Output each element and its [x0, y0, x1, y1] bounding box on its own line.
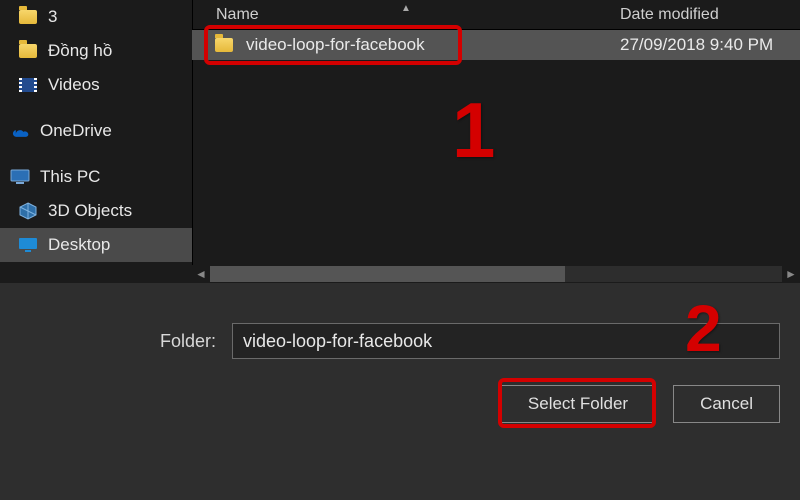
- scroll-thumb[interactable]: [210, 266, 565, 282]
- file-name: video-loop-for-facebook: [246, 35, 425, 55]
- desktop-icon: [18, 235, 38, 255]
- video-icon: [18, 75, 38, 95]
- scroll-track[interactable]: [210, 266, 782, 282]
- column-header-label: Date modified: [620, 6, 719, 23]
- tree-item-videos[interactable]: Videos: [0, 68, 192, 102]
- horizontal-scrollbar[interactable]: ◄ ►: [192, 265, 800, 283]
- folder-picker-dialog: 3 Đồng hồ Videos OneDrive: [0, 0, 800, 500]
- file-pane: ▲ Name Date modified video-loop-for-face…: [192, 0, 800, 283]
- column-header-name[interactable]: ▲ Name: [192, 6, 620, 24]
- dialog-footer: Folder: Select Folder Cancel: [0, 283, 800, 500]
- tree-item-this-pc[interactable]: This PC: [0, 160, 192, 194]
- tree-item-desktop[interactable]: Desktop: [0, 228, 192, 262]
- tree-item-label: This PC: [40, 167, 100, 187]
- file-date: 27/09/2018 9:40 PM: [620, 35, 800, 55]
- folder-icon: [214, 35, 234, 55]
- tree-item-label: OneDrive: [40, 121, 112, 141]
- folder-field-row: Folder:: [0, 323, 780, 359]
- 3d-icon: [18, 201, 38, 221]
- file-row[interactable]: video-loop-for-facebook 27/09/2018 9:40 …: [192, 30, 800, 60]
- nav-tree[interactable]: 3 Đồng hồ Videos OneDrive: [0, 0, 192, 283]
- browser-area: 3 Đồng hồ Videos OneDrive: [0, 0, 800, 283]
- tree-item-label: 3: [48, 7, 57, 27]
- tree-item-3[interactable]: 3: [0, 0, 192, 34]
- folder-icon: [18, 7, 38, 27]
- tree-item-3d-objects[interactable]: 3D Objects: [0, 194, 192, 228]
- column-header-label: Name: [216, 6, 259, 23]
- tree-item-label: Desktop: [48, 235, 110, 255]
- tree-item-dong-ho[interactable]: Đồng hồ: [0, 34, 192, 68]
- tree-item-label: 3D Objects: [48, 201, 132, 221]
- pc-icon: [10, 167, 30, 187]
- folder-input[interactable]: [232, 323, 780, 359]
- cancel-button[interactable]: Cancel: [673, 385, 780, 423]
- onedrive-icon: [10, 121, 30, 141]
- folder-icon: [18, 41, 38, 61]
- file-list[interactable]: video-loop-for-facebook 27/09/2018 9:40 …: [192, 30, 800, 265]
- scroll-left-icon[interactable]: ◄: [192, 265, 210, 283]
- select-folder-button[interactable]: Select Folder: [501, 385, 655, 423]
- button-row: Select Folder Cancel: [501, 385, 780, 423]
- tree-item-onedrive[interactable]: OneDrive: [0, 114, 192, 148]
- tree-item-label: Videos: [48, 75, 100, 95]
- scroll-right-icon[interactable]: ►: [782, 265, 800, 283]
- column-header-date[interactable]: Date modified: [620, 6, 800, 24]
- column-header-row: ▲ Name Date modified: [192, 0, 800, 30]
- sort-ascending-icon: ▲: [401, 3, 411, 14]
- tree-item-label: Đồng hồ: [48, 41, 112, 61]
- folder-label: Folder:: [0, 331, 216, 352]
